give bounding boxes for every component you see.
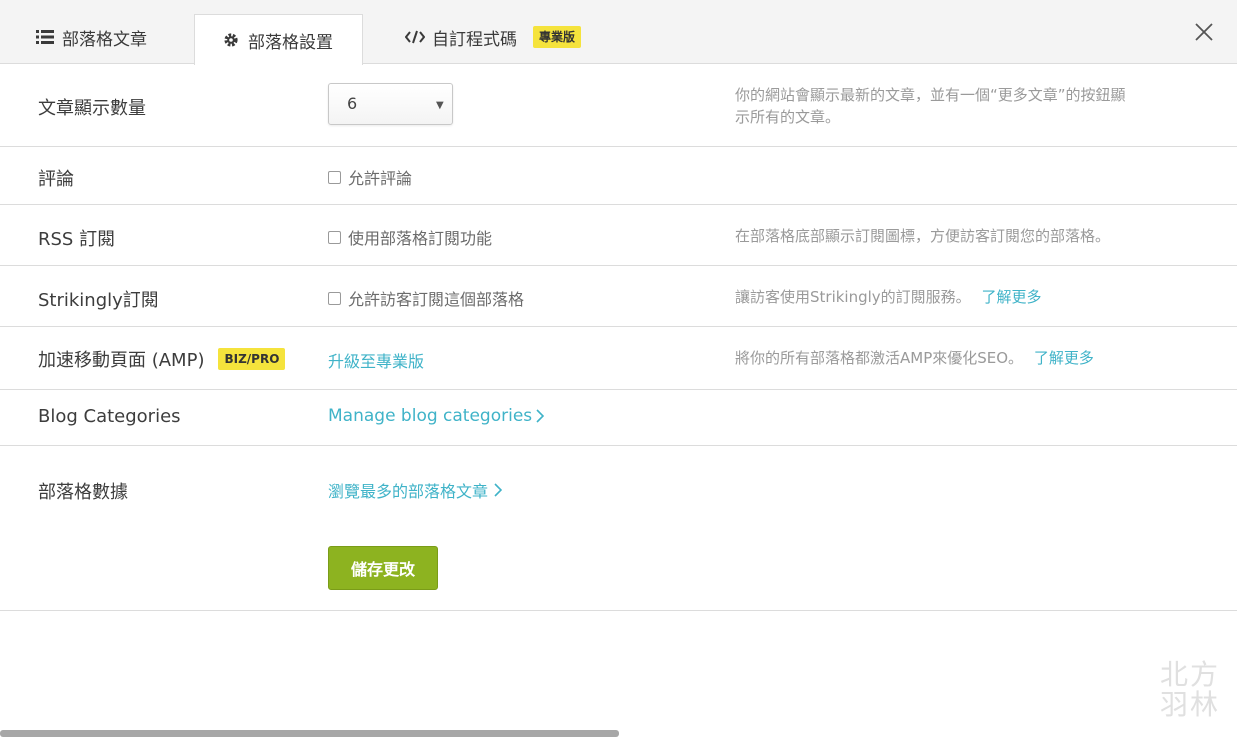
settings-row-stats: 部落格數據 瀏覽最多的部落格文章 <box>0 446 1237 611</box>
top-posts-link[interactable]: 瀏覽最多的部落格文章 <box>328 478 503 502</box>
link-label: 瀏覽最多的部落格文章 <box>328 482 489 501</box>
biz-pro-badge: BIZ/PRO <box>218 348 286 370</box>
row-label: Strikingly訂閱 <box>38 290 159 311</box>
row-help: 將你的所有部落格都激活AMP來優化SEO。 了解更多 <box>735 347 1094 369</box>
link-label: Manage blog categories <box>328 406 533 426</box>
tab-custom-code[interactable]: 自訂程式碼 專業版 <box>404 14 582 60</box>
chevron-down-icon: ▼ <box>436 100 444 111</box>
settings-row-strikingly-subscribe: Strikingly訂閱 允許訪客訂閱這個部落格 讓訪客使用Strikingly… <box>0 266 1237 327</box>
learn-more-link[interactable]: 了解更多 <box>981 288 1041 306</box>
rss-option[interactable]: 使用部落格訂閱功能 <box>328 225 492 249</box>
tab-label: 自訂程式碼 <box>432 29 517 50</box>
save-button[interactable]: 儲存更改 <box>328 546 438 590</box>
gear-icon <box>220 30 242 50</box>
select-value: 6 <box>347 94 358 113</box>
tab-blog-posts[interactable]: 部落格文章 <box>34 14 147 60</box>
chevron-right-icon <box>494 483 503 497</box>
settings-row-rss: RSS 訂閱 使用部落格訂閱功能 在部落格底部顯示訂閱圖標，方便訪客訂閱您的部落… <box>0 205 1237 266</box>
row-label: 文章顯示數量 <box>38 98 146 119</box>
row-label: RSS 訂閱 <box>38 229 116 250</box>
row-label: 加速移動頁面 (AMP) BIZ/PRO <box>38 346 286 372</box>
row-help: 讓訪客使用Strikingly的訂閱服務。 了解更多 <box>735 286 1041 308</box>
horizontal-scrollbar[interactable] <box>0 730 619 737</box>
rss-checkbox[interactable] <box>328 230 341 244</box>
manage-categories-link[interactable]: Manage blog categories <box>328 406 545 426</box>
help-text: 讓訪客使用Strikingly的訂閱服務。 <box>735 288 971 306</box>
settings-row-categories: Blog Categories Manage blog categories <box>0 390 1237 446</box>
amp-label: 加速移動頁面 (AMP) <box>38 350 205 371</box>
help-line: 你的網站會顯示最新的文章，並有一個“更多文章”的按鈕顯 <box>735 86 1126 104</box>
subscribe-option[interactable]: 允許訪客訂閱這個部落格 <box>328 286 524 310</box>
tab-label: 部落格文章 <box>62 29 147 50</box>
posts-count-select[interactable]: 6 ▼ <box>328 83 453 125</box>
blog-settings-dialog: 部落格文章 部落格設置 自訂程式碼 專業版 文章顯示數量 你的網站會顯示最新的文… <box>0 0 1237 737</box>
row-help: 你的網站會顯示最新的文章，並有一個“更多文章”的按鈕顯 示所有的文章。 <box>735 84 1126 128</box>
help-line: 示所有的文章。 <box>735 108 841 126</box>
settings-row-posts-count: 文章顯示數量 你的網站會顯示最新的文章，並有一個“更多文章”的按鈕顯 示所有的文… <box>0 64 1237 147</box>
row-label: 部落格數據 <box>38 482 128 503</box>
watermark-logo: 北方羽林 <box>1160 658 1221 721</box>
checkbox-label: 使用部落格訂閱功能 <box>348 229 493 248</box>
row-label: 評論 <box>38 169 74 190</box>
list-icon <box>34 27 56 47</box>
checkbox-label: 允許訪客訂閱這個部落格 <box>348 290 525 309</box>
help-text: 將你的所有部落格都激活AMP來優化SEO。 <box>735 349 1024 367</box>
chevron-right-icon <box>536 409 545 423</box>
upgrade-link[interactable]: 升級至專業版 <box>328 348 424 372</box>
checkbox-label: 允許評論 <box>348 169 413 188</box>
code-icon <box>404 27 426 47</box>
settings-row-comments: 評論 允許評論 <box>0 147 1237 205</box>
allow-comments-checkbox[interactable] <box>328 170 341 184</box>
comments-option[interactable]: 允許評論 <box>328 165 412 189</box>
pro-badge: 專業版 <box>533 26 582 48</box>
settings-row-amp: 加速移動頁面 (AMP) BIZ/PRO 升級至專業版 將你的所有部落格都激活A… <box>0 327 1237 390</box>
tab-blog-settings[interactable]: 部落格設置 <box>194 14 363 65</box>
close-icon[interactable] <box>1192 20 1216 44</box>
tab-bar: 部落格文章 部落格設置 自訂程式碼 專業版 <box>0 0 1237 65</box>
tab-label: 部落格設置 <box>248 32 333 53</box>
learn-more-link[interactable]: 了解更多 <box>1034 349 1094 367</box>
row-help: 在部落格底部顯示訂閱圖標，方便訪客訂閱您的部落格。 <box>735 227 1111 245</box>
subscribe-checkbox[interactable] <box>328 291 341 305</box>
row-label: Blog Categories <box>38 406 181 427</box>
